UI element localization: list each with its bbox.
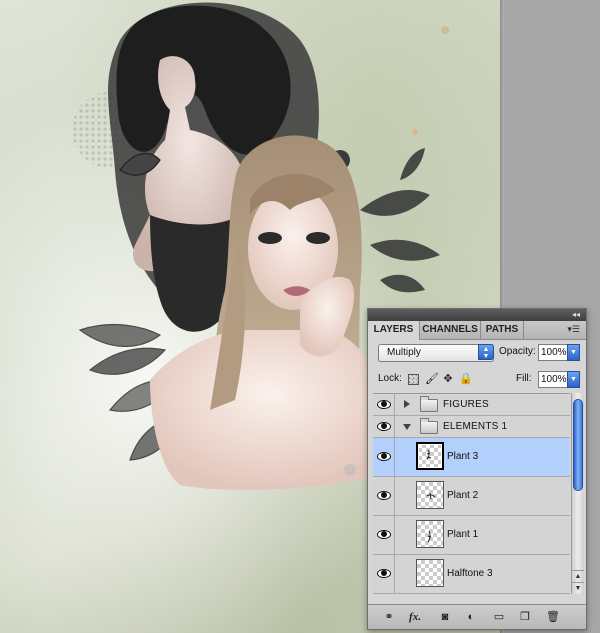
new-group-folder-icon[interactable]: ▭ <box>492 610 506 624</box>
adjustment-layer-icon[interactable]: ◐ <box>464 610 478 624</box>
panel-menu-icon[interactable]: ▾☰ <box>567 324 580 335</box>
layer-style-fx-icon[interactable]: fx. <box>408 610 422 624</box>
visibility-toggle[interactable] <box>373 555 395 593</box>
scrollbar-thumb[interactable] <box>573 399 583 491</box>
panel-bottom-toolbar: ⚭ fx. ◙ ◐ ▭ ❐ 🗑 <box>368 604 586 629</box>
new-layer-icon[interactable]: ❐ <box>518 610 532 624</box>
layers-list[interactable]: FIGURES ELEMENTS 1 Plant 3 Plant 2 Plant… <box>373 393 570 595</box>
layer-name: Halftone 3 <box>447 568 493 579</box>
layers-scrollbar[interactable]: ▲ ▼ <box>571 393 584 594</box>
layer-thumbnail <box>416 442 444 470</box>
opacity-field[interactable]: 100% <box>538 344 568 361</box>
layer-thumbnail <box>416 520 444 548</box>
blend-row: Multiply ▲ ▼ Opacity: 100% ▼ <box>368 342 586 362</box>
tab-paths[interactable]: PATHS <box>481 321 524 339</box>
visibility-toggle[interactable] <box>373 416 395 437</box>
visibility-toggle[interactable] <box>373 516 395 554</box>
layer-plant-2[interactable]: Plant 2 <box>373 477 570 516</box>
eye-icon <box>377 399 391 409</box>
visibility-toggle[interactable] <box>373 394 395 415</box>
layer-plant-1[interactable]: Plant 1 <box>373 516 570 555</box>
layer-halftone-3[interactable]: Halftone 3 <box>373 555 570 594</box>
expand-triangle-icon[interactable] <box>404 400 410 408</box>
eye-icon <box>377 491 391 500</box>
opacity-label: Opacity: <box>499 346 536 357</box>
lock-transparent-icon[interactable] <box>408 374 419 385</box>
splatter <box>344 464 356 476</box>
plant-thumbnail-icon <box>427 530 432 543</box>
panel-titlebar[interactable]: ◂◂ <box>368 309 586 321</box>
lock-row: Lock: 🖌 ✥ 🔒 Fill: 100% ▼ <box>368 369 586 389</box>
layer-name: Plant 3 <box>447 451 479 462</box>
select-arrows-icon: ▲ ▼ <box>478 344 494 360</box>
lock-all-padlock-icon[interactable]: 🔒 <box>459 373 473 385</box>
panel-tabbar: LAYERS CHANNELS PATHS ▾☰ <box>368 321 586 340</box>
blend-mode-value: Multiply <box>387 347 421 358</box>
splatter <box>412 129 418 135</box>
blend-mode-select[interactable]: Multiply ▲ ▼ <box>378 344 494 362</box>
splatter <box>441 26 449 34</box>
visibility-toggle[interactable] <box>373 438 395 476</box>
layer-name: ELEMENTS 1 <box>443 421 508 432</box>
layer-mask-icon[interactable]: ◙ <box>438 610 452 624</box>
opacity-dropdown-icon[interactable]: ▼ <box>567 344 580 361</box>
tab-layers[interactable]: LAYERS <box>368 321 420 340</box>
layer-name: Plant 2 <box>447 490 479 501</box>
layer-thumbnail <box>416 481 444 509</box>
layers-panel[interactable]: ◂◂ LAYERS CHANNELS PATHS ▾☰ Multiply ▲ ▼ … <box>367 308 587 630</box>
folder-icon <box>420 418 438 434</box>
eye-icon <box>377 569 391 578</box>
scroll-down-arrow-icon[interactable]: ▼ <box>572 582 584 595</box>
layer-thumbnail <box>416 559 444 587</box>
fill-field[interactable]: 100% <box>538 371 568 388</box>
plant-thumbnail-icon <box>426 449 432 460</box>
collapse-triangle-icon[interactable] <box>403 424 411 430</box>
fill-dropdown-icon[interactable]: ▼ <box>567 371 580 388</box>
eye-icon <box>377 421 391 431</box>
fill-label: Fill: <box>516 373 532 384</box>
eye-icon <box>377 530 391 539</box>
layer-name: Plant 1 <box>447 529 479 540</box>
layer-group-elements-1[interactable]: ELEMENTS 1 <box>373 416 570 438</box>
figure2-eye-right <box>306 232 330 244</box>
lock-label: Lock: <box>378 373 402 384</box>
right-leaves <box>360 148 440 293</box>
layer-plant-3[interactable]: Plant 3 <box>373 438 570 477</box>
link-layers-icon[interactable]: ⚭ <box>382 610 396 624</box>
eye-icon <box>377 452 391 461</box>
folder-icon <box>420 396 438 412</box>
visibility-toggle[interactable] <box>373 477 395 515</box>
lock-position-move-icon[interactable]: ✥ <box>442 373 454 385</box>
layer-group-figures[interactable]: FIGURES <box>373 394 570 416</box>
tab-channels[interactable]: CHANNELS <box>420 321 481 339</box>
collapse-panel-icon[interactable]: ◂◂ <box>572 310 580 320</box>
figure2-eye-left <box>258 232 282 244</box>
plant-thumbnail-icon <box>426 492 436 500</box>
trash-icon[interactable]: 🗑 <box>546 610 560 624</box>
lock-image-brush-icon[interactable]: 🖌 <box>425 373 439 385</box>
layer-name: FIGURES <box>443 399 489 410</box>
